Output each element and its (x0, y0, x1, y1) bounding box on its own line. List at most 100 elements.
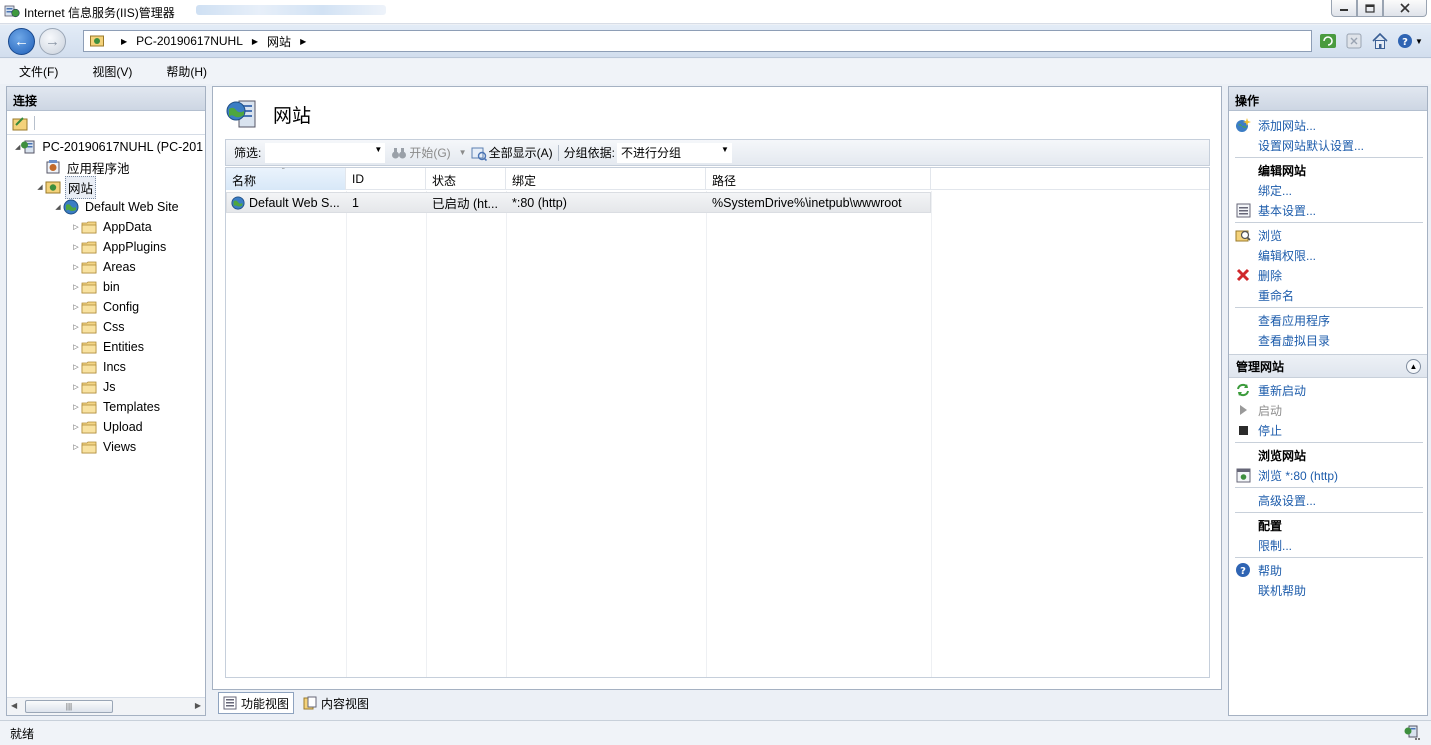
browse-site-section: 浏览网站 (1258, 448, 1307, 463)
play-icon (1240, 405, 1247, 415)
expand-icon[interactable]: ▷ (71, 243, 81, 251)
collapse-icon[interactable]: ◢ (35, 183, 45, 191)
chevron-right-icon[interactable]: ▶ (300, 37, 306, 46)
collapse-icon[interactable]: ◢ (53, 203, 63, 211)
status-bar: 就绪 (0, 720, 1431, 745)
column-header-name[interactable]: ˆ 名称 (226, 168, 346, 190)
tree-node-folder[interactable]: ▷ Css (7, 317, 205, 337)
column-header-status[interactable]: 状态 (426, 168, 506, 190)
column-header-id[interactable]: ID (346, 168, 426, 190)
menu-help[interactable]: 帮助(H) (159, 61, 214, 82)
tree-node-app-pools[interactable]: 应用程序池 (7, 157, 205, 177)
column-header-path[interactable]: 路径 (706, 168, 931, 190)
forward-button[interactable]: → (39, 28, 66, 55)
remove-link[interactable]: 删除 (1229, 265, 1427, 285)
tree-node-folder[interactable]: ▷ AppData (7, 217, 205, 237)
tree-node-folder[interactable]: ▷ Incs (7, 357, 205, 377)
online-help-link[interactable]: 联机帮助 (1229, 580, 1427, 600)
expand-icon[interactable]: ▷ (71, 223, 81, 231)
menu-view[interactable]: 视图(V) (85, 61, 139, 82)
show-all-icon (471, 147, 487, 161)
show-all-label: 全部显示(A) (488, 146, 553, 160)
expand-icon[interactable]: ▷ (71, 423, 81, 431)
view-applications-link[interactable]: 查看应用程序 (1229, 310, 1427, 330)
tab-features-view[interactable]: 功能视图 (218, 692, 295, 714)
dropdown-arrow-icon[interactable]: ▼ (374, 145, 382, 154)
tree-node-folder[interactable]: ▷ Config (7, 297, 205, 317)
add-site-link[interactable]: 添加网站... (1229, 115, 1427, 135)
go-button-label: 开始(G) (409, 146, 451, 160)
connect-icon[interactable] (12, 115, 28, 131)
explore-link[interactable]: 浏览 (1229, 225, 1427, 245)
refresh-button[interactable] (1318, 31, 1338, 51)
explore-folder-icon (1235, 230, 1251, 242)
home-button[interactable] (1370, 31, 1390, 51)
start-link[interactable]: 启动 (1229, 400, 1427, 420)
scroll-left-icon[interactable]: ◀ (11, 701, 17, 710)
set-site-defaults-link[interactable]: 设置网站默认设置... (1229, 135, 1427, 155)
tree-label-app-pools: 应用程序池 (67, 161, 130, 176)
folder-icon (81, 261, 97, 274)
show-all-button[interactable]: 全部显示(A) (471, 144, 553, 161)
stop-icon (1346, 33, 1362, 49)
edit-permissions-link[interactable]: 编辑权限... (1229, 245, 1427, 265)
tree-node-folder[interactable]: ▷ Js (7, 377, 205, 397)
tree-node-folder[interactable]: ▷ Upload (7, 417, 205, 437)
expand-icon[interactable]: ▷ (71, 263, 81, 271)
basic-settings-link[interactable]: 基本设置... (1229, 200, 1427, 220)
expand-icon[interactable]: ▷ (71, 283, 81, 291)
collapse-up-icon[interactable]: ▲ (1406, 359, 1421, 374)
filter-input[interactable]: ▼ (265, 142, 386, 163)
dropdown-arrow-icon[interactable]: ▼ (459, 148, 467, 157)
back-button[interactable]: ← (8, 28, 35, 55)
delete-icon (1236, 268, 1250, 282)
stop-button[interactable] (1344, 31, 1364, 51)
group-by-select[interactable]: 不进行分组 ▼ (616, 142, 732, 163)
expand-icon[interactable]: ▷ (71, 363, 81, 371)
column-header-binding[interactable]: 绑定 (506, 168, 706, 190)
globe-icon (63, 199, 79, 215)
home-icon (1372, 32, 1388, 49)
tree-node-folder[interactable]: ▷ Views (7, 437, 205, 457)
expand-icon[interactable]: ▷ (71, 323, 81, 331)
tree-label-folder: Js (103, 380, 116, 394)
advanced-settings-link[interactable]: 高级设置... (1229, 490, 1427, 510)
horizontal-scrollbar[interactable]: ◀ ||| ▶ (7, 697, 205, 715)
browse-http-link[interactable]: 浏览 *:80 (http) (1229, 465, 1427, 485)
view-virtual-directories-link[interactable]: 查看虚拟目录 (1229, 330, 1427, 350)
help-dropdown-button[interactable]: ? ▼ (1396, 31, 1424, 51)
limits-link[interactable]: 限制... (1229, 535, 1427, 555)
breadcrumb-server[interactable]: PC-20190617NUHL (136, 34, 243, 48)
expand-icon[interactable]: ▷ (71, 343, 81, 351)
cell-id: 1 (352, 195, 359, 210)
go-button[interactable]: 开始(G) (391, 144, 451, 161)
dropdown-arrow-icon[interactable]: ▼ (721, 145, 729, 154)
scroll-right-icon[interactable]: ▶ (195, 701, 201, 710)
tree-node-folder[interactable]: ▷ bin (7, 277, 205, 297)
tree-node-folder[interactable]: ▷ Templates (7, 397, 205, 417)
expand-icon[interactable]: ▷ (71, 403, 81, 411)
expand-icon[interactable]: ▷ (71, 443, 81, 451)
breadcrumb-sites[interactable]: 网站 (267, 33, 291, 50)
bindings-link[interactable]: 绑定... (1229, 180, 1427, 200)
stop-link[interactable]: 停止 (1229, 420, 1427, 440)
tree-node-folder[interactable]: ▷ Areas (7, 257, 205, 277)
minimize-button[interactable] (1331, 0, 1357, 17)
tree-node-sites[interactable]: ◢ 网站 (7, 175, 205, 199)
expand-icon[interactable]: ▷ (71, 303, 81, 311)
rename-link[interactable]: 重命名 (1229, 285, 1427, 305)
close-button[interactable] (1383, 0, 1427, 17)
menu-file[interactable]: 文件(F) (12, 61, 65, 82)
tab-content-view[interactable]: 内容视图 (298, 692, 374, 714)
expand-icon[interactable]: ▷ (71, 383, 81, 391)
breadcrumb[interactable]: ▶ PC-20190617NUHL ▶ 网站 ▶ (83, 30, 1312, 52)
tree-node-default-web-site[interactable]: ◢ Default Web Site (7, 197, 205, 217)
maximize-button[interactable] (1357, 0, 1383, 17)
tree-node-server[interactable]: ◢ PC-20190617NUHL (PC-201 (7, 137, 205, 157)
scroll-thumb[interactable]: ||| (25, 700, 113, 713)
tree-node-folder[interactable]: ▷ Entities (7, 337, 205, 357)
table-row[interactable]: Default Web S... 1 已启动 (ht... *:80 (http… (226, 192, 931, 213)
restart-link[interactable]: 重新启动 (1229, 380, 1427, 400)
tree-node-folder[interactable]: ▷ AppPlugins (7, 237, 205, 257)
help-link[interactable]: ? 帮助 (1229, 560, 1427, 580)
